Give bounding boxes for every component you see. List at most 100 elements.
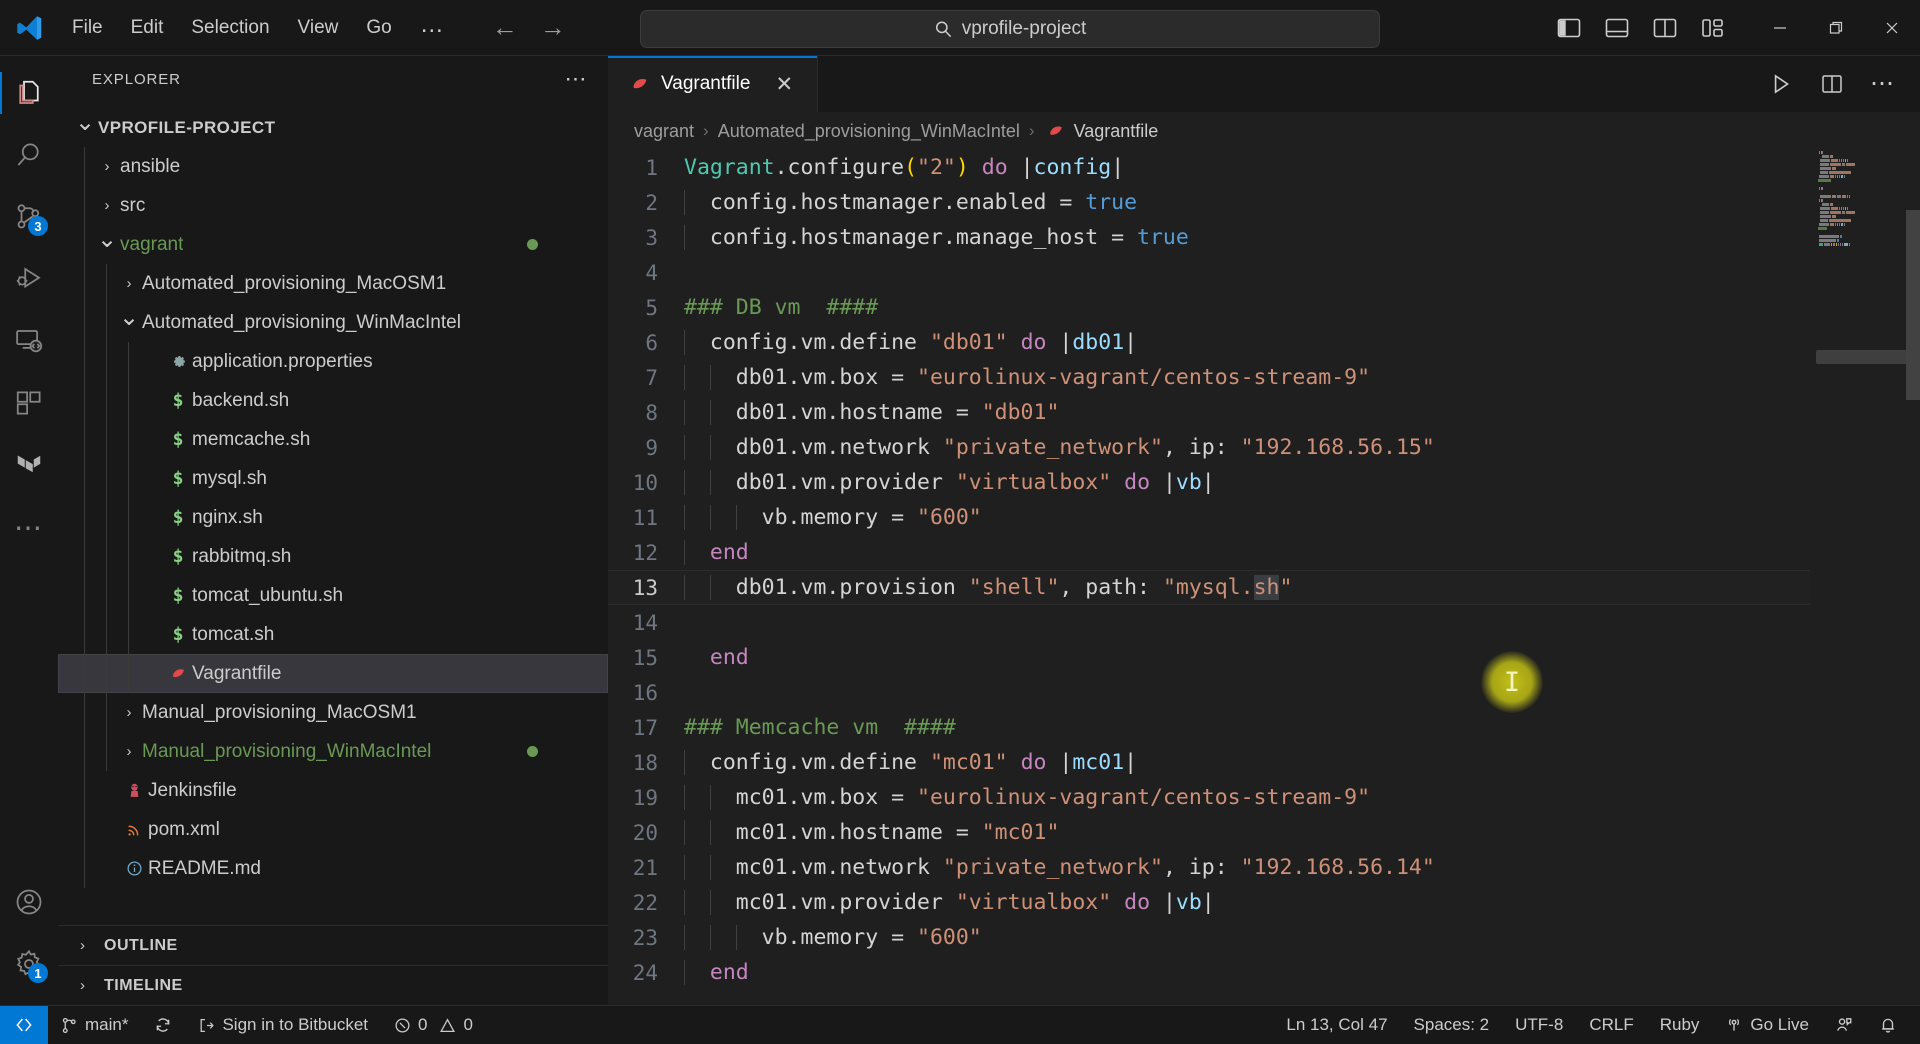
activity-accounts[interactable]: [0, 871, 58, 933]
activity-explorer[interactable]: [0, 62, 58, 124]
sidebar-section-timeline[interactable]: › TIMELINE: [58, 965, 608, 1005]
tree-item-vagrant[interactable]: ⌄ vagrant: [58, 225, 608, 264]
activity-terraform[interactable]: [0, 434, 58, 496]
chevron-down-icon[interactable]: ⌄: [72, 110, 98, 139]
code-line-24[interactable]: 24 end: [608, 955, 1810, 990]
code-line-9[interactable]: 9 db01.vm.network "private_network", ip:…: [608, 430, 1810, 465]
command-center-search[interactable]: vprofile-project: [640, 10, 1380, 48]
breadcrumb-item-0[interactable]: vagrant: [634, 121, 694, 142]
tree-item-jenkinsfile[interactable]: Jenkinsfile: [58, 771, 608, 810]
breadcrumb-item-2[interactable]: Vagrantfile: [1074, 121, 1159, 142]
remote-window-icon[interactable]: [0, 1005, 48, 1044]
scrollbar-thumb[interactable]: [1906, 210, 1920, 400]
code-line-4[interactable]: 4: [608, 255, 1810, 290]
code-line-2[interactable]: 2 config.hostmanager.enabled = true: [608, 185, 1810, 220]
tree-item-tomcat-ubuntu-sh[interactable]: $ tomcat_ubuntu.sh: [58, 576, 608, 615]
toggle-primary-sidebar-icon[interactable]: [1556, 17, 1582, 39]
chevron-right-icon[interactable]: ›: [94, 197, 120, 214]
tree-item-readme-md[interactable]: README.md: [58, 849, 608, 888]
menu-selection[interactable]: Selection: [177, 11, 283, 45]
menu-edit[interactable]: Edit: [117, 11, 178, 45]
code-editor[interactable]: 1 Vagrant.configure("2") do |config| 2 con…: [608, 150, 1920, 1005]
tree-item-vagrantfile[interactable]: Vagrantfile: [58, 654, 608, 693]
status-notifications[interactable]: [1866, 1006, 1910, 1044]
file-tree[interactable]: ⌄ VPROFILE-PROJECT › ansible › src ⌄ vagrant › Au…: [58, 102, 608, 925]
editor-vertical-scrollbar[interactable]: [1906, 150, 1920, 1005]
tree-item-vprofile-project[interactable]: ⌄ VPROFILE-PROJECT: [58, 108, 608, 147]
window-close-button[interactable]: [1864, 0, 1920, 56]
code-line-11[interactable]: 11 vb.memory = "600": [608, 500, 1810, 535]
menu-file[interactable]: File: [58, 11, 117, 45]
arrow-left-icon[interactable]: ←: [488, 12, 522, 43]
code-line-20[interactable]: 20 mc01.vm.hostname = "mc01": [608, 815, 1810, 850]
status-go-live[interactable]: Go Live: [1712, 1006, 1822, 1044]
chevron-down-icon[interactable]: ⌄: [116, 305, 142, 334]
close-icon[interactable]: ✕: [769, 70, 799, 99]
chevron-right-icon[interactable]: ›: [116, 275, 142, 292]
code-line-19[interactable]: 19 mc01.vm.box = "eurolinux-vagrant/cent…: [608, 780, 1810, 815]
tree-item-automated-provisioning-winmacintel[interactable]: ⌄ Automated_provisioning_WinMacIntel: [58, 303, 608, 342]
code-line-14[interactable]: 14: [608, 605, 1810, 640]
arrow-right-icon[interactable]: →: [536, 12, 570, 43]
tree-item-src[interactable]: › src: [58, 186, 608, 225]
status-branch[interactable]: main*: [48, 1006, 141, 1044]
breadcrumb-item-1[interactable]: Automated_provisioning_WinMacIntel: [718, 121, 1020, 142]
code-line-17[interactable]: 17 ### Memcache vm ####: [608, 710, 1810, 745]
status-feedback[interactable]: [1822, 1006, 1866, 1044]
menu-view[interactable]: View: [284, 11, 353, 45]
tree-item-ansible[interactable]: › ansible: [58, 147, 608, 186]
code-line-8[interactable]: 8 db01.vm.hostname = "db01": [608, 395, 1810, 430]
chevron-right-icon[interactable]: ›: [94, 158, 120, 175]
code-line-12[interactable]: 12 end: [608, 535, 1810, 570]
chevron-down-icon[interactable]: ⌄: [94, 227, 120, 256]
tree-item-tomcat-sh[interactable]: $ tomcat.sh: [58, 615, 608, 654]
window-maximize-button[interactable]: [1808, 0, 1864, 56]
toggle-panel-icon[interactable]: [1604, 17, 1630, 39]
status-cursor-position[interactable]: Ln 13, Col 47: [1273, 1006, 1400, 1044]
status-language-mode[interactable]: Ruby: [1647, 1006, 1713, 1044]
activity-manage-settings[interactable]: 1: [0, 933, 58, 995]
code-line-3[interactable]: 3 config.hostmanager.manage_host = true: [608, 220, 1810, 255]
code-line-15[interactable]: 15 end: [608, 640, 1810, 675]
sidebar-section-outline[interactable]: › OUTLINE: [58, 925, 608, 965]
tree-item-rabbitmq-sh[interactable]: $ rabbitmq.sh: [58, 537, 608, 576]
toggle-secondary-sidebar-icon[interactable]: [1652, 17, 1678, 39]
status-sign-in-bitbucket[interactable]: Sign in to Bitbucket: [185, 1006, 381, 1044]
tree-item-backend-sh[interactable]: $ backend.sh: [58, 381, 608, 420]
status-indentation[interactable]: Spaces: 2: [1401, 1006, 1503, 1044]
tree-item-manual-provisioning-winmacintel[interactable]: › Manual_provisioning_WinMacIntel: [58, 732, 608, 771]
code-line-10[interactable]: 10 db01.vm.provider "virtualbox" do |vb|: [608, 465, 1810, 500]
tree-item-nginx-sh[interactable]: $ nginx.sh: [58, 498, 608, 537]
activity-remote-explorer[interactable]: [0, 310, 58, 372]
tree-item-mysql-sh[interactable]: $ mysql.sh: [58, 459, 608, 498]
split-editor-right-button[interactable]: [1820, 72, 1844, 96]
code-line-6[interactable]: 6 config.vm.define "db01" do |db01|: [608, 325, 1810, 360]
editor-more-actions-button[interactable]: ⋯: [1870, 72, 1894, 96]
code-line-23[interactable]: 23 vb.memory = "600": [608, 920, 1810, 955]
customize-layout-icon[interactable]: [1700, 17, 1726, 39]
tree-item-automated-provisioning-macosm1[interactable]: › Automated_provisioning_MacOSM1: [58, 264, 608, 303]
code-line-1[interactable]: 1 Vagrant.configure("2") do |config|: [608, 150, 1810, 185]
chevron-right-icon[interactable]: ›: [116, 743, 142, 760]
activity-run-and-debug[interactable]: [0, 248, 58, 310]
tree-item-manual-provisioning-macosm1[interactable]: › Manual_provisioning_MacOSM1: [58, 693, 608, 732]
status-encoding[interactable]: UTF-8: [1502, 1006, 1576, 1044]
activity-more[interactable]: ⋯: [0, 496, 58, 558]
activity-source-control[interactable]: 3: [0, 186, 58, 248]
minimap-slider[interactable]: [1816, 350, 1912, 364]
code-line-18[interactable]: 18 config.vm.define "mc01" do |mc01|: [608, 745, 1810, 780]
code-lines[interactable]: 1 Vagrant.configure("2") do |config| 2 con…: [608, 150, 1810, 1005]
code-line-7[interactable]: 7 db01.vm.box = "eurolinux-vagrant/cento…: [608, 360, 1810, 395]
status-eol[interactable]: CRLF: [1576, 1006, 1646, 1044]
tab-vagrantfile[interactable]: Vagrantfile ✕: [608, 56, 819, 112]
code-line-16[interactable]: 16: [608, 675, 1810, 710]
activity-extensions[interactable]: [0, 372, 58, 434]
minimap[interactable]: [1810, 150, 1920, 1005]
status-sync-changes[interactable]: [141, 1006, 185, 1044]
code-line-21[interactable]: 21 mc01.vm.network "private_network", ip…: [608, 850, 1810, 885]
menu-more[interactable]: …: [406, 12, 458, 43]
chevron-right-icon[interactable]: ›: [116, 704, 142, 721]
sidebar-more-actions-icon[interactable]: ⋯: [565, 66, 589, 92]
code-line-22[interactable]: 22 mc01.vm.provider "virtualbox" do |vb|: [608, 885, 1810, 920]
run-code-button[interactable]: [1768, 71, 1794, 97]
